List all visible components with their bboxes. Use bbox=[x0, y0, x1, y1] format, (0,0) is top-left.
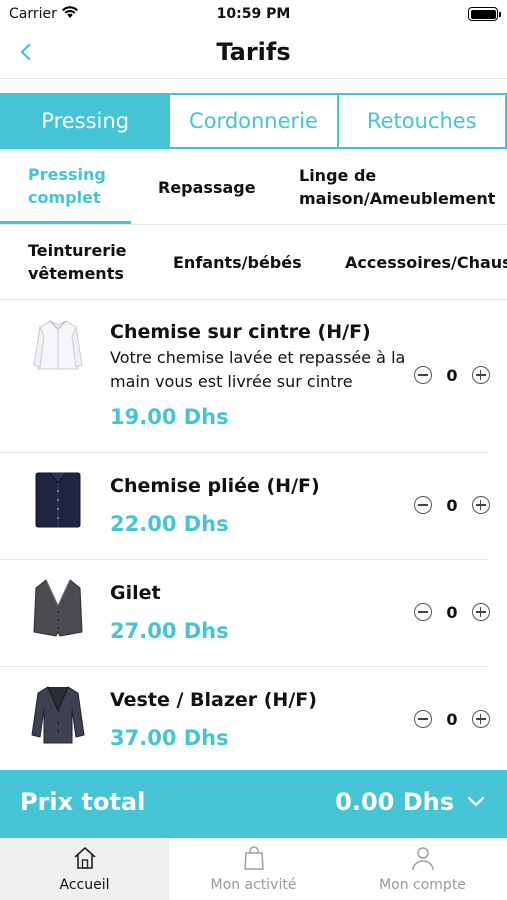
folded-navy-shirt-image bbox=[35, 472, 81, 528]
tab-accueil[interactable]: Accueil bbox=[0, 838, 169, 900]
quantity-stepper: 0 bbox=[414, 364, 490, 386]
total-label: Prix total bbox=[20, 788, 146, 816]
subtab-label-line1: Teinturerie bbox=[28, 241, 127, 260]
plus-icon[interactable] bbox=[471, 710, 490, 728]
total-amount: 0.00 Dhs bbox=[335, 788, 454, 816]
tab-mon-activite[interactable]: Mon activité bbox=[169, 838, 338, 900]
active-subtab-indicator bbox=[0, 221, 131, 224]
tab-label: Accueil bbox=[59, 877, 110, 893]
product-price: 37.00 Dhs bbox=[110, 726, 229, 750]
subtab-teinturerie[interactable]: Teinturerie vêtements bbox=[28, 239, 127, 285]
subtab-enfants-bebes[interactable]: Enfants/bébés bbox=[173, 251, 302, 274]
status-time: 10:59 PM bbox=[216, 6, 291, 22]
product-name: Chemise sur cintre (H/F) bbox=[110, 321, 371, 343]
home-icon bbox=[74, 847, 96, 869]
product-price: 19.00 Dhs bbox=[110, 405, 229, 429]
subtab-pressing-complet[interactable]: Pressing complet bbox=[28, 163, 106, 209]
product-price: 22.00 Dhs bbox=[110, 512, 229, 536]
tab-label: Mon activité bbox=[210, 877, 297, 893]
product-name: Gilet bbox=[110, 582, 161, 604]
product-name: Chemise pliée (H/F) bbox=[110, 475, 320, 497]
plus-icon[interactable] bbox=[471, 496, 490, 514]
quantity-stepper: 0 bbox=[414, 494, 490, 516]
subtab-label-line1: Enfants/bébés bbox=[173, 253, 302, 272]
minus-icon[interactable] bbox=[414, 366, 432, 384]
subtab-repassage[interactable]: Repassage bbox=[158, 176, 256, 199]
bottom-tab-bar: Accueil Mon activité Mon compte bbox=[0, 838, 507, 900]
status-bar: Carrier 10:59 PM bbox=[0, 0, 507, 30]
subtab-label-line1: Accessoires/Chauss bbox=[345, 253, 507, 272]
blazer-image bbox=[31, 686, 85, 744]
plus-icon[interactable] bbox=[471, 366, 490, 384]
total-price-bar[interactable]: Prix total 0.00 Dhs bbox=[0, 770, 507, 838]
subcategory-row-2: Teinturerie vêtements Enfants/bébés Acce… bbox=[0, 226, 507, 300]
tab-pressing[interactable]: Pressing bbox=[0, 93, 171, 149]
product-name: Veste / Blazer (H/F) bbox=[110, 689, 317, 711]
quantity-value: 0 bbox=[446, 365, 458, 385]
subtab-label-line1: Pressing bbox=[28, 165, 106, 184]
plus-icon[interactable] bbox=[471, 603, 490, 621]
page-title: Tarifs bbox=[216, 38, 291, 66]
tab-cordonnerie[interactable]: Cordonnerie bbox=[170, 93, 339, 149]
white-shirt-image bbox=[33, 320, 83, 370]
user-icon bbox=[412, 847, 434, 871]
tab-label: Mon compte bbox=[379, 877, 466, 893]
quantity-value: 0 bbox=[446, 709, 458, 729]
minus-icon[interactable] bbox=[414, 496, 432, 514]
subtab-label-line1: Repassage bbox=[158, 178, 256, 197]
list-item: Chemise sur cintre (H/F) Votre chemise l… bbox=[0, 301, 490, 453]
subtab-accessoires[interactable]: Accessoires/Chauss bbox=[345, 251, 507, 274]
battery-icon bbox=[468, 7, 501, 21]
list-item: Chemise pliée (H/F) 22.00 Dhs 0 bbox=[0, 453, 490, 560]
quantity-stepper: 0 bbox=[414, 708, 490, 730]
bag-icon bbox=[244, 846, 264, 870]
list-item: Veste / Blazer (H/F) 37.00 Dhs 0 bbox=[0, 667, 490, 770]
minus-icon[interactable] bbox=[414, 603, 432, 621]
tab-mon-compte[interactable]: Mon compte bbox=[338, 838, 507, 900]
subtab-linge-de-maison[interactable]: Linge de maison/Ameublement bbox=[299, 164, 495, 210]
subcategory-row-1: Pressing complet Repassage Linge de mais… bbox=[0, 151, 507, 225]
list-item: Gilet 27.00 Dhs 0 bbox=[0, 560, 490, 667]
minus-icon[interactable] bbox=[414, 710, 432, 728]
product-price: 27.00 Dhs bbox=[110, 619, 229, 643]
product-description: Votre chemise lavée et repassée à la mai… bbox=[110, 348, 406, 391]
quantity-stepper: 0 bbox=[414, 601, 490, 623]
grey-vest-image bbox=[33, 579, 83, 637]
chevron-down-icon[interactable] bbox=[467, 795, 485, 809]
subtab-label-line2: vêtements bbox=[28, 264, 124, 283]
subtab-label-line2: maison/Ameublement bbox=[299, 189, 496, 208]
navigation-bar: Tarifs bbox=[0, 30, 507, 79]
tab-retouches[interactable]: Retouches bbox=[338, 93, 507, 149]
subtab-label-line1: Linge de bbox=[299, 166, 377, 185]
quantity-value: 0 bbox=[446, 602, 458, 622]
subtab-label-line2: complet bbox=[28, 188, 101, 207]
category-tabs: Pressing Cordonnerie Retouches bbox=[0, 93, 507, 149]
quantity-value: 0 bbox=[446, 495, 458, 515]
